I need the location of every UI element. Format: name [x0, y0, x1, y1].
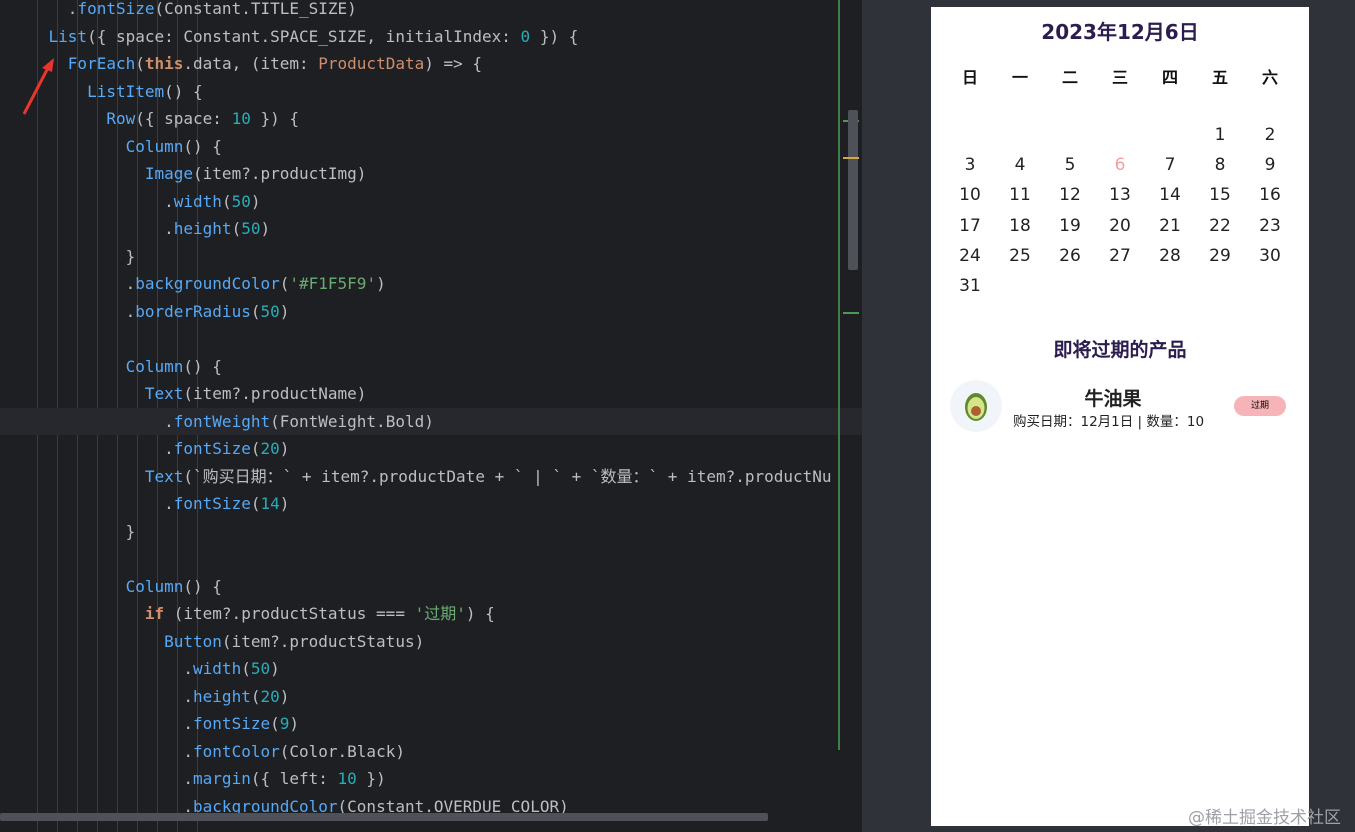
- code-line[interactable]: .width(50): [0, 655, 862, 682]
- weekday-label: 五: [1211, 68, 1228, 87]
- code-line[interactable]: Column() {: [0, 133, 862, 160]
- weekday-label: 三: [1111, 68, 1128, 87]
- product-info: 购买日期：12月1日 | 数量：10: [1013, 414, 1205, 430]
- code-line[interactable]: Row({ space: 10 }) {: [0, 105, 862, 132]
- calendar-day[interactable]: 3: [945, 155, 995, 175]
- calendar-day[interactable]: 17: [945, 216, 995, 236]
- calendar-day[interactable]: 9: [1245, 155, 1295, 175]
- calendar-day[interactable]: 28: [1145, 246, 1195, 266]
- calendar-day[interactable]: 10: [945, 185, 995, 205]
- code-line[interactable]: Button(item?.productStatus): [0, 628, 862, 655]
- calendar-title: 2023年12月6日: [1041, 20, 1199, 44]
- code-line[interactable]: ListItem() {: [0, 78, 862, 105]
- code-line[interactable]: [0, 545, 862, 572]
- section-title: 即将过期的产品: [1053, 339, 1187, 361]
- calendar-day[interactable]: 27: [1095, 246, 1145, 266]
- change-marker-line: [838, 0, 840, 750]
- calendar-day[interactable]: 21: [1145, 216, 1195, 236]
- weekday-label: 一: [1011, 68, 1028, 87]
- code-line[interactable]: Column() {: [0, 353, 862, 380]
- code-line[interactable]: ForEach(this.data, (item: ProductData) =…: [0, 50, 862, 77]
- code-line[interactable]: .height(20): [0, 683, 862, 710]
- code-line[interactable]: [0, 325, 862, 352]
- code-line[interactable]: if (item?.productStatus === '过期') {: [0, 600, 862, 627]
- watermark: @稀土掘金技术社区: [1188, 808, 1341, 828]
- product-name: 牛油果: [1084, 388, 1142, 410]
- expired-status-button[interactable]: 过期: [1234, 396, 1286, 416]
- calendar-day[interactable]: 20: [1095, 216, 1145, 236]
- calendar-day[interactable]: 24: [945, 246, 995, 266]
- calendar-day[interactable]: 6: [1095, 155, 1145, 175]
- red-arrow-annotation: [22, 58, 54, 115]
- calendar-day[interactable]: 8: [1195, 155, 1245, 175]
- scroll-marker: [843, 312, 859, 314]
- code-line[interactable]: .backgroundColor('#F1F5F9'): [0, 270, 862, 297]
- calendar-day[interactable]: 5: [1045, 155, 1095, 175]
- code-line[interactable]: Image(item?.productImg): [0, 160, 862, 187]
- calendar-day[interactable]: 25: [995, 246, 1045, 266]
- avocado-icon: [950, 380, 1002, 432]
- weekday-label: 日: [961, 68, 978, 87]
- code-line[interactable]: }: [0, 518, 862, 545]
- code-line[interactable]: .borderRadius(50): [0, 298, 862, 325]
- vertical-scrollbar[interactable]: [848, 110, 858, 270]
- calendar-day[interactable]: 19: [1045, 216, 1095, 236]
- calendar-day[interactable]: 1: [1195, 125, 1245, 145]
- code-line[interactable]: .fontSize(Constant.TITLE_SIZE): [0, 0, 862, 22]
- horizontal-scrollbar[interactable]: [0, 813, 768, 821]
- calendar-day[interactable]: 13: [1095, 185, 1145, 205]
- code-line[interactable]: .fontColor(Color.Black): [0, 738, 862, 765]
- calendar-day[interactable]: 18: [995, 216, 1045, 236]
- code-line[interactable]: .margin({ left: 10 }): [0, 765, 862, 792]
- calendar-day[interactable]: 29: [1195, 246, 1245, 266]
- calendar-day[interactable]: 16: [1245, 185, 1295, 205]
- code-line[interactable]: .fontSize(9): [0, 710, 862, 737]
- weekday-label: 六: [1261, 68, 1278, 87]
- code-line[interactable]: Text(`购买日期：` + item?.productDate + ` | `…: [0, 463, 862, 490]
- code-line[interactable]: .fontSize(20): [0, 435, 862, 462]
- calendar-day[interactable]: 30: [1245, 246, 1295, 266]
- code-line[interactable]: Column() {: [0, 573, 862, 600]
- code-line[interactable]: }: [0, 243, 862, 270]
- device-preview: 2023年12月6日 日一二三四五六 1 2 3 4 5 6 7 8 9 10 11 12 13 14 15…: [931, 7, 1309, 826]
- calendar-day[interactable]: 7: [1145, 155, 1195, 175]
- calendar-day[interactable]: 22: [1195, 216, 1245, 236]
- code-line[interactable]: .fontWeight(FontWeight.Bold): [0, 407, 862, 435]
- code-editor[interactable]: .fontSize(Constant.TITLE_SIZE) List({ sp…: [0, 0, 862, 832]
- calendar-day[interactable]: 11: [995, 185, 1045, 205]
- code-line[interactable]: .fontSize(14): [0, 490, 862, 517]
- calendar-day[interactable]: 26: [1045, 246, 1095, 266]
- warning-marker[interactable]: [843, 157, 859, 159]
- weekday-label: 四: [1161, 68, 1178, 87]
- calendar-day[interactable]: 2: [1245, 125, 1295, 145]
- code-line[interactable]: List({ space: Constant.SPACE_SIZE, initi…: [0, 23, 862, 50]
- weekday-label: 二: [1061, 68, 1078, 87]
- code-line[interactable]: Text(item?.productName): [0, 380, 862, 407]
- code-line[interactable]: .height(50): [0, 215, 862, 242]
- calendar-day[interactable]: 4: [995, 155, 1045, 175]
- code-line[interactable]: .width(50): [0, 188, 862, 215]
- calendar-day[interactable]: 15: [1195, 185, 1245, 205]
- calendar-day[interactable]: 14: [1145, 185, 1195, 205]
- calendar-day[interactable]: 31: [945, 276, 995, 296]
- calendar-day[interactable]: 12: [1045, 185, 1095, 205]
- calendar-day[interactable]: 23: [1245, 216, 1295, 236]
